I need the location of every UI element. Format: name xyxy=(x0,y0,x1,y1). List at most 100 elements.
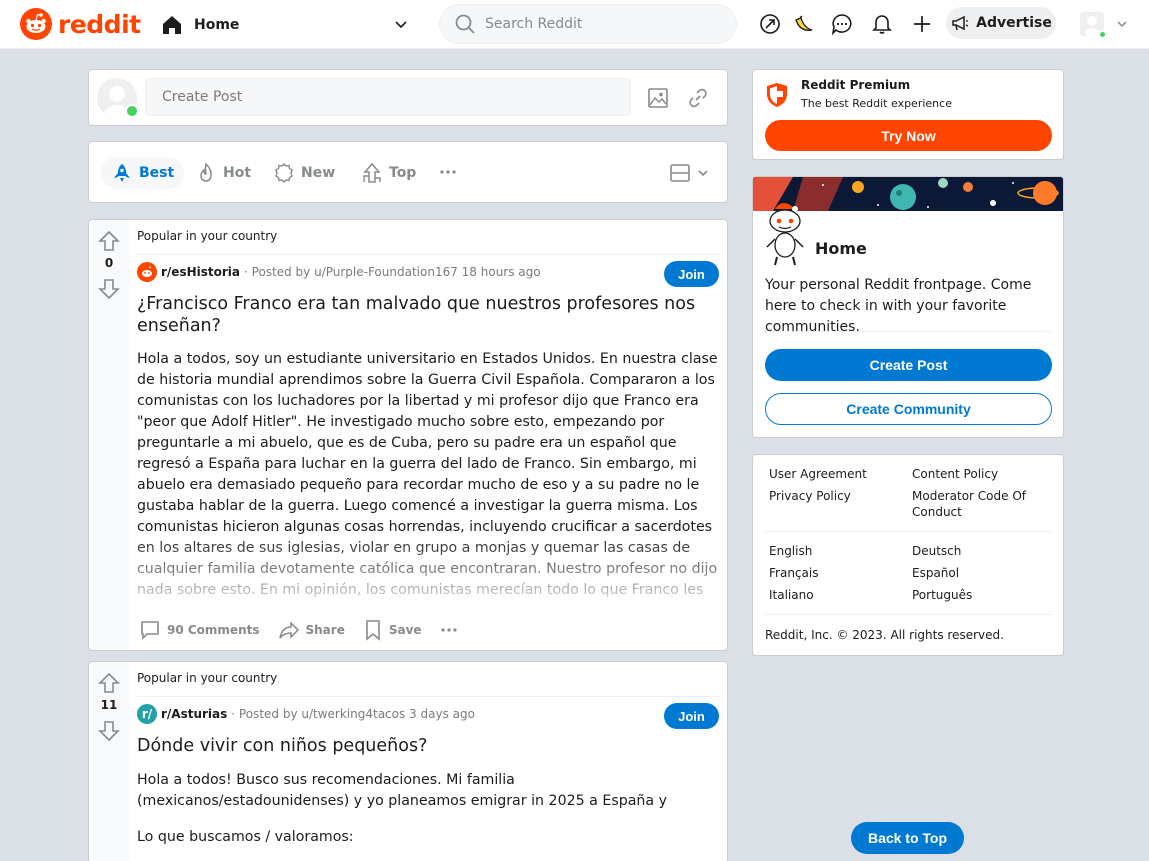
notifications-button[interactable] xyxy=(870,12,894,36)
layout-switcher[interactable] xyxy=(669,162,709,184)
post-actions: 90 Comments Share Save xyxy=(135,619,472,641)
subreddit-avatar[interactable] xyxy=(137,262,157,282)
downvote-arrow-icon[interactable] xyxy=(98,278,120,300)
share-button[interactable]: Share xyxy=(274,619,349,641)
sort-new-button[interactable]: New xyxy=(263,157,345,189)
vote-column: 0 xyxy=(89,220,129,650)
sort-new-label: New xyxy=(301,165,336,181)
chevron-down-icon xyxy=(698,170,708,177)
coins-button[interactable] xyxy=(792,12,816,36)
create-post-button[interactable]: Create Post xyxy=(765,349,1052,381)
ellipsis-icon xyxy=(440,170,456,174)
logo-wordmark: reddit xyxy=(58,9,141,39)
upload-image-button[interactable] xyxy=(647,87,669,109)
post-more-button[interactable] xyxy=(436,620,462,640)
rocket-icon xyxy=(114,164,130,182)
top-header: reddit Home Search Reddit Advertise xyxy=(0,0,1149,49)
premium-title: Reddit Premium xyxy=(801,78,911,92)
privacy-policy-link[interactable]: Privacy Policy xyxy=(769,488,851,504)
language-francais[interactable]: Français xyxy=(769,565,818,581)
user-menu[interactable] xyxy=(1080,12,1128,39)
user-agreement-link[interactable]: User Agreement xyxy=(769,466,867,482)
create-community-button[interactable]: Create Community xyxy=(765,393,1052,425)
home-card-description: Your personal Reddit frontpage. Come her… xyxy=(765,277,1032,335)
vote-count: 0 xyxy=(104,256,114,270)
sparkle-badge-icon xyxy=(275,163,293,183)
language-english[interactable]: English xyxy=(769,543,812,559)
subreddit-avatar[interactable]: r/ xyxy=(137,704,157,724)
post-card[interactable]: 0 Popular in your country r/esHistoria ·… xyxy=(88,219,728,651)
add-link-button[interactable] xyxy=(687,87,709,109)
premium-card: Reddit Premium The best Reddit experienc… xyxy=(752,69,1064,160)
post-divider xyxy=(137,254,719,255)
vote-column: 11 xyxy=(89,662,129,861)
megaphone-icon xyxy=(952,15,969,31)
language-portugues[interactable]: Português xyxy=(912,587,972,603)
join-button[interactable]: Join xyxy=(664,261,719,287)
try-now-button[interactable]: Try Now xyxy=(765,120,1052,151)
chevron-down-icon xyxy=(1117,21,1127,28)
save-button[interactable]: Save xyxy=(359,619,426,641)
reddit-logo[interactable]: reddit xyxy=(20,8,141,40)
back-to-top-button[interactable]: Back to Top xyxy=(851,822,964,854)
sort-top-button[interactable]: Top xyxy=(351,157,426,189)
create-post-input[interactable] xyxy=(145,78,631,116)
upvote-arrow-icon[interactable] xyxy=(98,230,120,252)
post-meta: r/esHistoria · Posted by u/Purple-Founda… xyxy=(137,262,541,282)
create-post-card xyxy=(88,69,728,126)
share-arrow-icon xyxy=(278,621,299,639)
online-status-dot xyxy=(125,104,139,118)
user-avatar xyxy=(1080,12,1107,39)
premium-subtitle: The best Reddit experience xyxy=(801,97,952,110)
sort-more-button[interactable] xyxy=(439,162,457,182)
upvote-arrow-icon[interactable] xyxy=(98,672,120,694)
downvote-arrow-icon[interactable] xyxy=(98,720,120,742)
snoo-mascot-icon xyxy=(766,203,804,266)
post-card[interactable]: 11 Popular in your country r/ r/Asturias… xyxy=(88,661,728,861)
popular-button[interactable] xyxy=(758,12,782,36)
post-title[interactable]: Dónde vivir con niños pequeños? xyxy=(137,735,697,757)
chat-button[interactable] xyxy=(830,12,854,36)
ellipsis-icon xyxy=(440,628,457,632)
moderator-code-link[interactable]: Moderator Code Of Conduct xyxy=(912,488,1042,520)
footer-links-card: User Agreement Content Policy Privacy Po… xyxy=(752,454,1064,656)
premium-shield-icon xyxy=(767,83,787,107)
snoo-icon xyxy=(142,266,152,277)
sort-bar: Best Hot New Top xyxy=(88,141,728,203)
posted-by-text: · Posted by u/Purple-Foundation167 18 ho… xyxy=(244,265,541,279)
subreddit-link[interactable]: r/esHistoria xyxy=(161,265,240,279)
sort-best-button[interactable]: Best xyxy=(101,157,185,189)
create-button[interactable] xyxy=(910,12,934,36)
post-meta: r/ r/Asturias · Posted by u/twerking4tac… xyxy=(137,704,475,724)
copyright-text: Reddit, Inc. © 2023. All rights reserved… xyxy=(765,628,1004,642)
vote-count: 11 xyxy=(100,698,118,712)
flame-icon xyxy=(200,162,212,182)
post-body-paragraph: Lo que buscamos / valoramos: xyxy=(137,829,354,845)
sort-hot-label: Hot xyxy=(223,165,252,181)
content-policy-link[interactable]: Content Policy xyxy=(912,466,998,482)
post-context-label: Popular in your country xyxy=(137,229,278,243)
sort-hot-button[interactable]: Hot xyxy=(185,157,261,189)
top-podium-icon xyxy=(363,162,381,183)
post-title[interactable]: ¿Francisco Franco era tan malvado que nu… xyxy=(137,293,697,337)
post-divider xyxy=(137,696,719,697)
post-body-fade xyxy=(129,534,727,604)
link-icon xyxy=(689,88,707,108)
language-espanol[interactable]: Español xyxy=(912,565,959,581)
comments-label: 90 Comments xyxy=(167,623,260,637)
card-view-icon xyxy=(670,164,690,182)
search-icon xyxy=(455,14,475,34)
join-button[interactable]: Join xyxy=(664,703,719,729)
create-post-avatar[interactable] xyxy=(97,78,139,118)
language-italiano[interactable]: Italiano xyxy=(769,587,814,603)
banana-coin-icon xyxy=(795,15,813,31)
language-deutsch[interactable]: Deutsch xyxy=(912,543,961,559)
bell-icon xyxy=(872,15,892,34)
comments-button[interactable]: 90 Comments xyxy=(135,619,264,641)
subreddit-link[interactable]: r/Asturias xyxy=(161,707,227,721)
home-dropdown[interactable]: Home xyxy=(160,10,412,40)
links-divider xyxy=(765,531,1052,532)
search-bar[interactable] xyxy=(439,4,737,44)
search-input[interactable] xyxy=(485,16,705,32)
advertise-button[interactable]: Advertise xyxy=(946,7,1056,39)
